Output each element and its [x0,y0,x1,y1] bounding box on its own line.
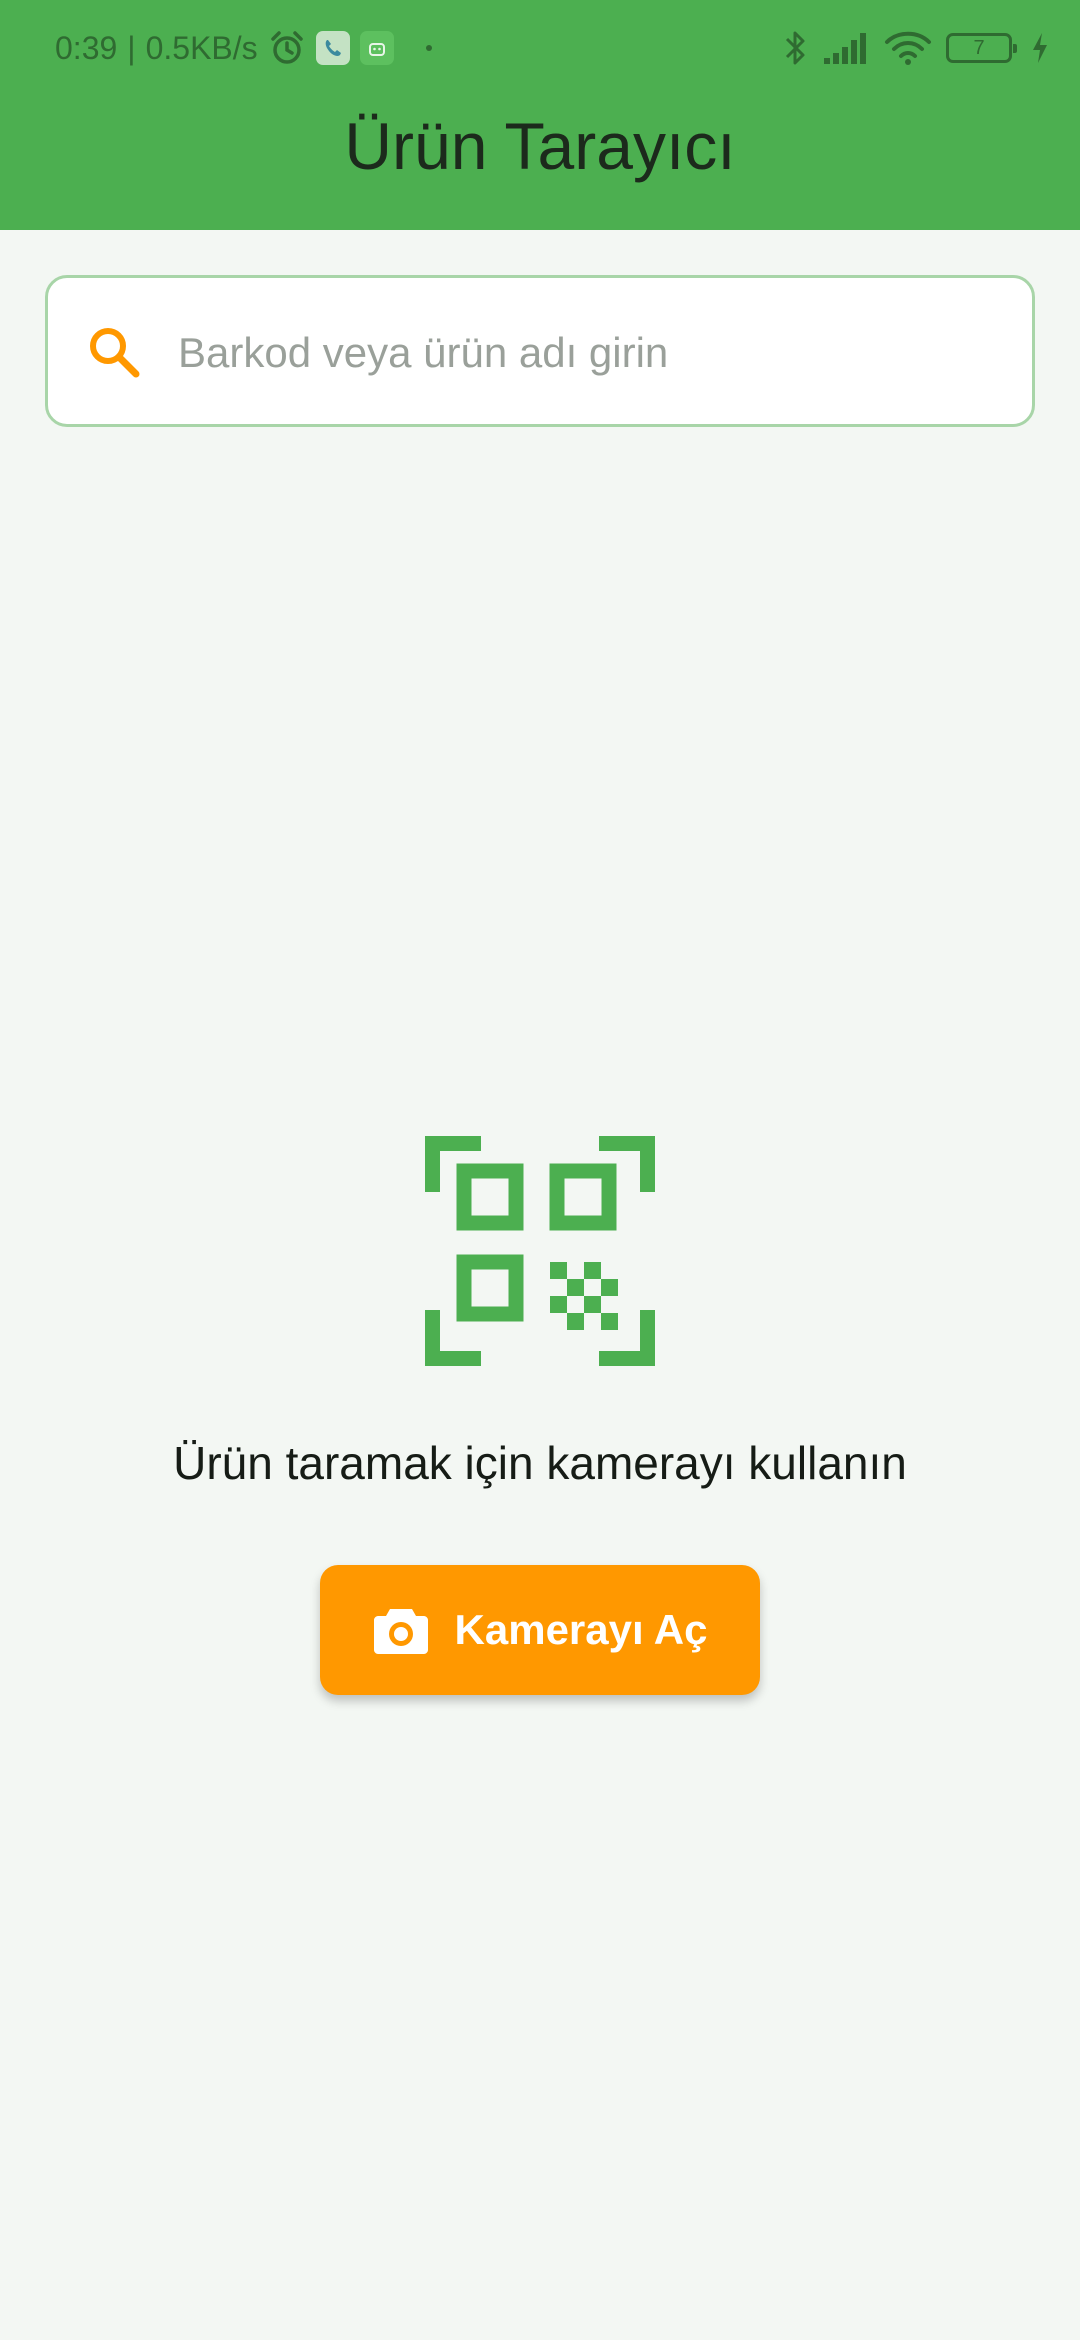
status-time: 0:39 [55,29,118,66]
battery-icon: 7 [946,33,1017,63]
status-separator: | [127,29,136,66]
status-left: 0:39 | 0.5KB/s [55,26,432,70]
battery-level: 7 [973,36,985,59]
android-app-icon [359,31,394,65]
search-input[interactable] [178,313,998,393]
search-icon[interactable] [86,324,142,380]
phone-app-icon [315,31,350,65]
wifi-icon [884,29,932,67]
scan-instruction: Ürün taramak için kamerayı kullanın [173,1437,907,1489]
camera-icon [373,1605,429,1655]
bluetooth-icon [782,28,808,68]
app-header: 0:39 | 0.5KB/s 7 Ürün Tarayıcı [0,0,1080,230]
open-camera-label: Kamerayı Aç [454,1606,708,1653]
alarm-icon [268,29,306,67]
charging-icon [1030,31,1050,65]
status-network-speed: 0.5KB/s [145,29,258,66]
notification-dot [425,45,432,51]
search-box[interactable] [45,275,1035,427]
qr-scan-icon [425,1136,655,1366]
status-bar: 0:39 | 0.5KB/s 7 [0,0,1080,96]
status-right: 7 [782,26,1050,70]
page-title: Ürün Tarayıcı [344,109,736,183]
open-camera-button[interactable]: Kamerayı Aç [320,1565,760,1695]
signal-icon [822,30,870,66]
